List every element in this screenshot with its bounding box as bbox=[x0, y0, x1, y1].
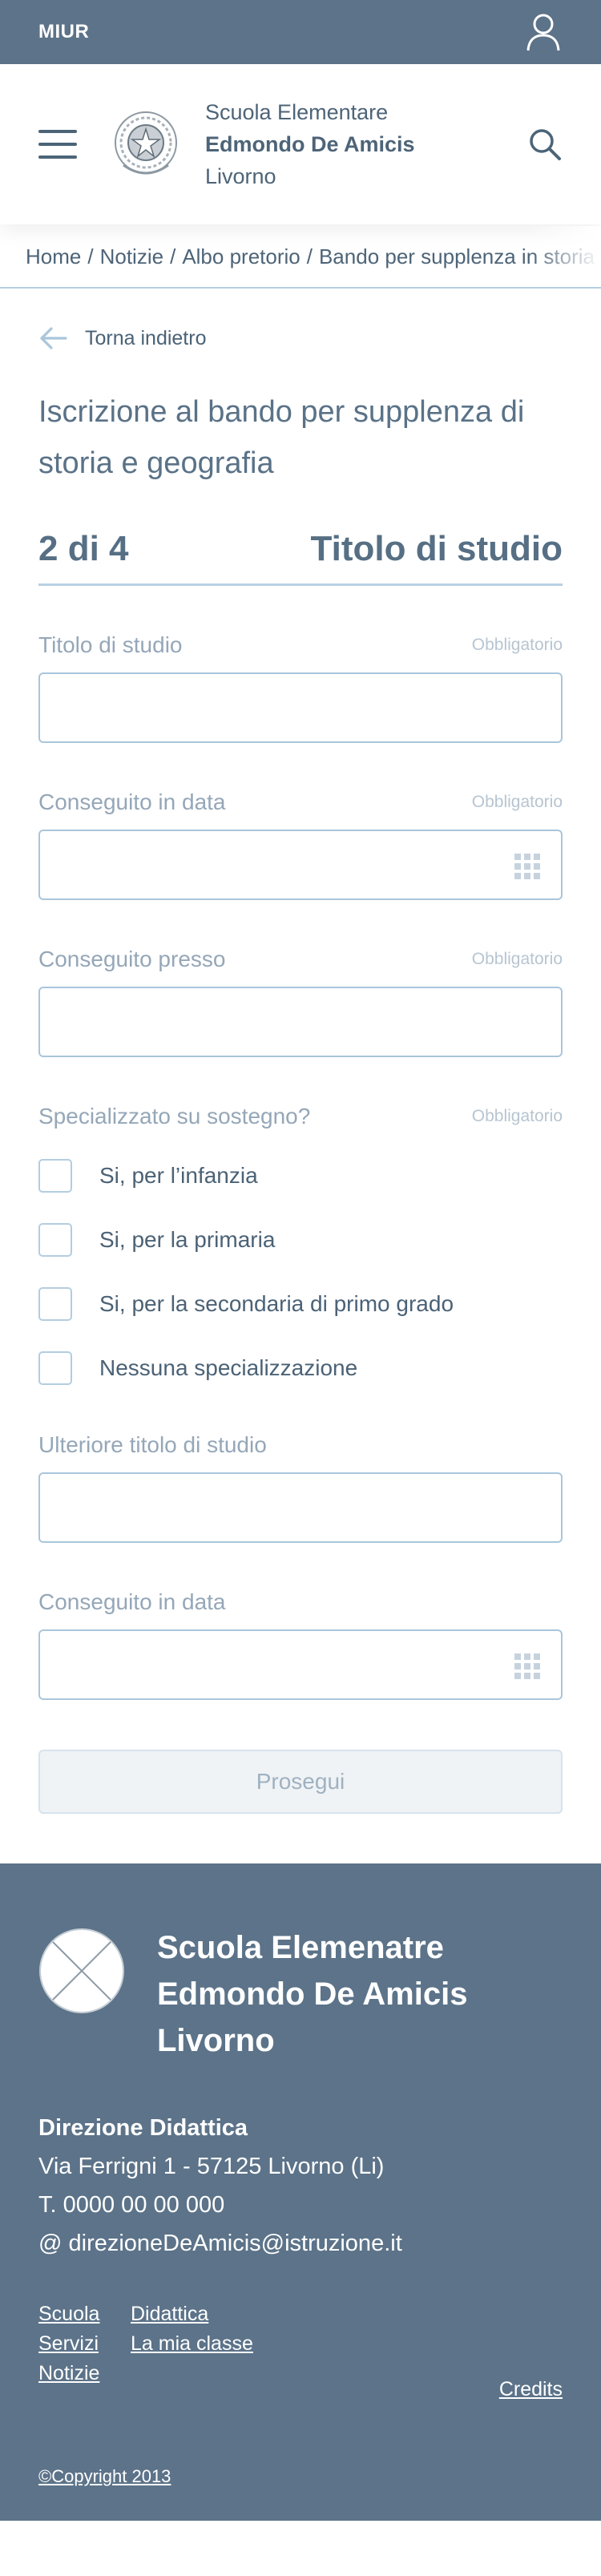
footer-credits-link[interactable]: Credits bbox=[499, 2378, 563, 2401]
miur-brand[interactable]: MIUR bbox=[38, 21, 89, 43]
footer-email[interactable]: @ direzioneDeAmicis@istruzione.it bbox=[38, 2224, 563, 2263]
data2-field: Conseguito in data bbox=[38, 1589, 563, 1700]
checkbox[interactable] bbox=[38, 1223, 72, 1257]
titolo-field: Titolo di studio Obbligatorio bbox=[38, 632, 563, 743]
titolo-label: Titolo di studio bbox=[38, 632, 183, 657]
checkbox[interactable] bbox=[38, 1287, 72, 1321]
presso-input[interactable] bbox=[38, 987, 563, 1057]
hamburger-icon[interactable] bbox=[38, 130, 77, 159]
main-content: Torna indietro Iscrizione al bando per s… bbox=[0, 322, 601, 1814]
footer-phone: T. 0000 00 00 000 bbox=[38, 2192, 225, 2218]
site-header: Scuola Elementare Edmondo De Amicis Livo… bbox=[0, 64, 601, 224]
option-label: Si, per l’infanzia bbox=[99, 1163, 258, 1188]
school-type: Scuola Elementare bbox=[205, 100, 389, 124]
republic-emblem-icon[interactable] bbox=[112, 107, 179, 181]
step-count: 2 di 4 bbox=[38, 529, 129, 568]
step-name: Titolo di studio bbox=[310, 529, 563, 568]
sostegno-fieldset: Specializzato su sostegno? Obbligatorio … bbox=[38, 1104, 563, 1386]
option-label: Nessuna specializzazione bbox=[99, 1355, 358, 1380]
footer-links: Scuola Didattica Servizi La mia classe N… bbox=[38, 2303, 563, 2385]
calendar-icon[interactable] bbox=[514, 1653, 540, 1679]
footer-direction: Direzione Didattica bbox=[38, 2115, 248, 2141]
option-primaria[interactable]: Si, per la primaria bbox=[38, 1222, 563, 1258]
presso-label: Conseguito presso bbox=[38, 947, 226, 971]
breadcrumb-separator: / bbox=[170, 244, 176, 269]
option-nessuna[interactable]: Nessuna specializzazione bbox=[38, 1351, 563, 1386]
site-footer: Scuola Elemenatre Edmondo De Amicis Livo… bbox=[0, 1863, 601, 2521]
search-icon[interactable] bbox=[527, 127, 563, 162]
footer-name-line: Scuola Elemenatre bbox=[157, 1930, 444, 1965]
titolo-input[interactable] bbox=[38, 672, 563, 743]
footer-link-scuola[interactable]: Scuola bbox=[38, 2303, 131, 2326]
data2-label: Conseguito in data bbox=[38, 1589, 226, 1614]
breadcrumb-home[interactable]: Home bbox=[26, 244, 81, 269]
presso-field: Conseguito presso Obbligatorio bbox=[38, 947, 563, 1057]
arrow-left-icon bbox=[40, 327, 67, 349]
checkbox[interactable] bbox=[38, 1351, 72, 1385]
school-city: Livorno bbox=[205, 164, 276, 188]
footer-school-name[interactable]: Scuola Elemenatre Edmondo De Amicis Livo… bbox=[157, 1924, 467, 2064]
calendar-icon[interactable] bbox=[514, 854, 540, 879]
ulteriore-input[interactable] bbox=[38, 1472, 563, 1543]
breadcrumb-separator: / bbox=[87, 244, 94, 269]
footer-copyright[interactable]: ©Copyright 2013 bbox=[38, 2466, 171, 2487]
breadcrumb-separator: / bbox=[306, 244, 313, 269]
breadcrumb-current: Bando per supplenza in storia e geografi… bbox=[318, 244, 601, 269]
breadcrumb-notizie[interactable]: Notizie bbox=[100, 244, 163, 269]
required-hint: Obbligatorio bbox=[471, 636, 563, 654]
user-icon[interactable] bbox=[524, 11, 563, 53]
top-bar: MIUR bbox=[0, 0, 601, 64]
footer-link-didattica[interactable]: Didattica bbox=[131, 2303, 291, 2326]
required-hint: Obbligatorio bbox=[471, 950, 563, 968]
option-secondaria[interactable]: Si, per la secondaria di primo grado bbox=[38, 1286, 563, 1322]
school-name[interactable]: Scuola Elementare Edmondo De Amicis Livo… bbox=[205, 96, 527, 192]
checkbox[interactable] bbox=[38, 1159, 72, 1193]
option-label: Si, per la secondaria di primo grado bbox=[99, 1291, 454, 1316]
footer-link-la-mia-classe[interactable]: La mia classe bbox=[131, 2332, 291, 2356]
back-link[interactable]: Torna indietro bbox=[38, 322, 563, 354]
sostegno-label: Specializzato su sostegno? bbox=[38, 1104, 311, 1129]
data-input[interactable] bbox=[38, 830, 563, 900]
required-hint: Obbligatorio bbox=[471, 1107, 563, 1125]
footer-name-line: Edmondo De Amicis bbox=[157, 1976, 468, 2012]
ulteriore-label: Ulteriore titolo di studio bbox=[38, 1432, 267, 1457]
option-infanzia[interactable]: Si, per l’infanzia bbox=[38, 1158, 563, 1193]
form-stepper: 2 di 4 Titolo di studio bbox=[38, 529, 563, 586]
footer-link-servizi[interactable]: Servizi bbox=[38, 2332, 131, 2356]
school-title: Edmondo De Amicis bbox=[205, 132, 415, 156]
data2-input[interactable] bbox=[38, 1629, 563, 1700]
footer-link-notizie[interactable]: Notizie bbox=[38, 2362, 131, 2385]
logo-placeholder-icon bbox=[39, 1928, 124, 2013]
submit-button[interactable]: Prosegui bbox=[38, 1750, 563, 1814]
data-label: Conseguito in data bbox=[38, 789, 226, 814]
ulteriore-field: Ulteriore titolo di studio bbox=[38, 1432, 563, 1543]
footer-name-line: Livorno bbox=[157, 2023, 275, 2058]
breadcrumb-albo[interactable]: Albo pretorio bbox=[182, 244, 300, 269]
breadcrumb: Home / Notizie / Albo pretorio / Bando p… bbox=[0, 226, 601, 289]
option-label: Si, per la primaria bbox=[99, 1227, 276, 1252]
required-hint: Obbligatorio bbox=[471, 793, 563, 811]
back-label: Torna indietro bbox=[85, 326, 207, 349]
footer-address: Via Ferrigni 1 - 57125 Livorno (Li) bbox=[38, 2154, 385, 2179]
data-field: Conseguito in data Obbligatorio bbox=[38, 789, 563, 900]
page-title: Iscrizione al bando per supplenza di sto… bbox=[38, 395, 525, 480]
